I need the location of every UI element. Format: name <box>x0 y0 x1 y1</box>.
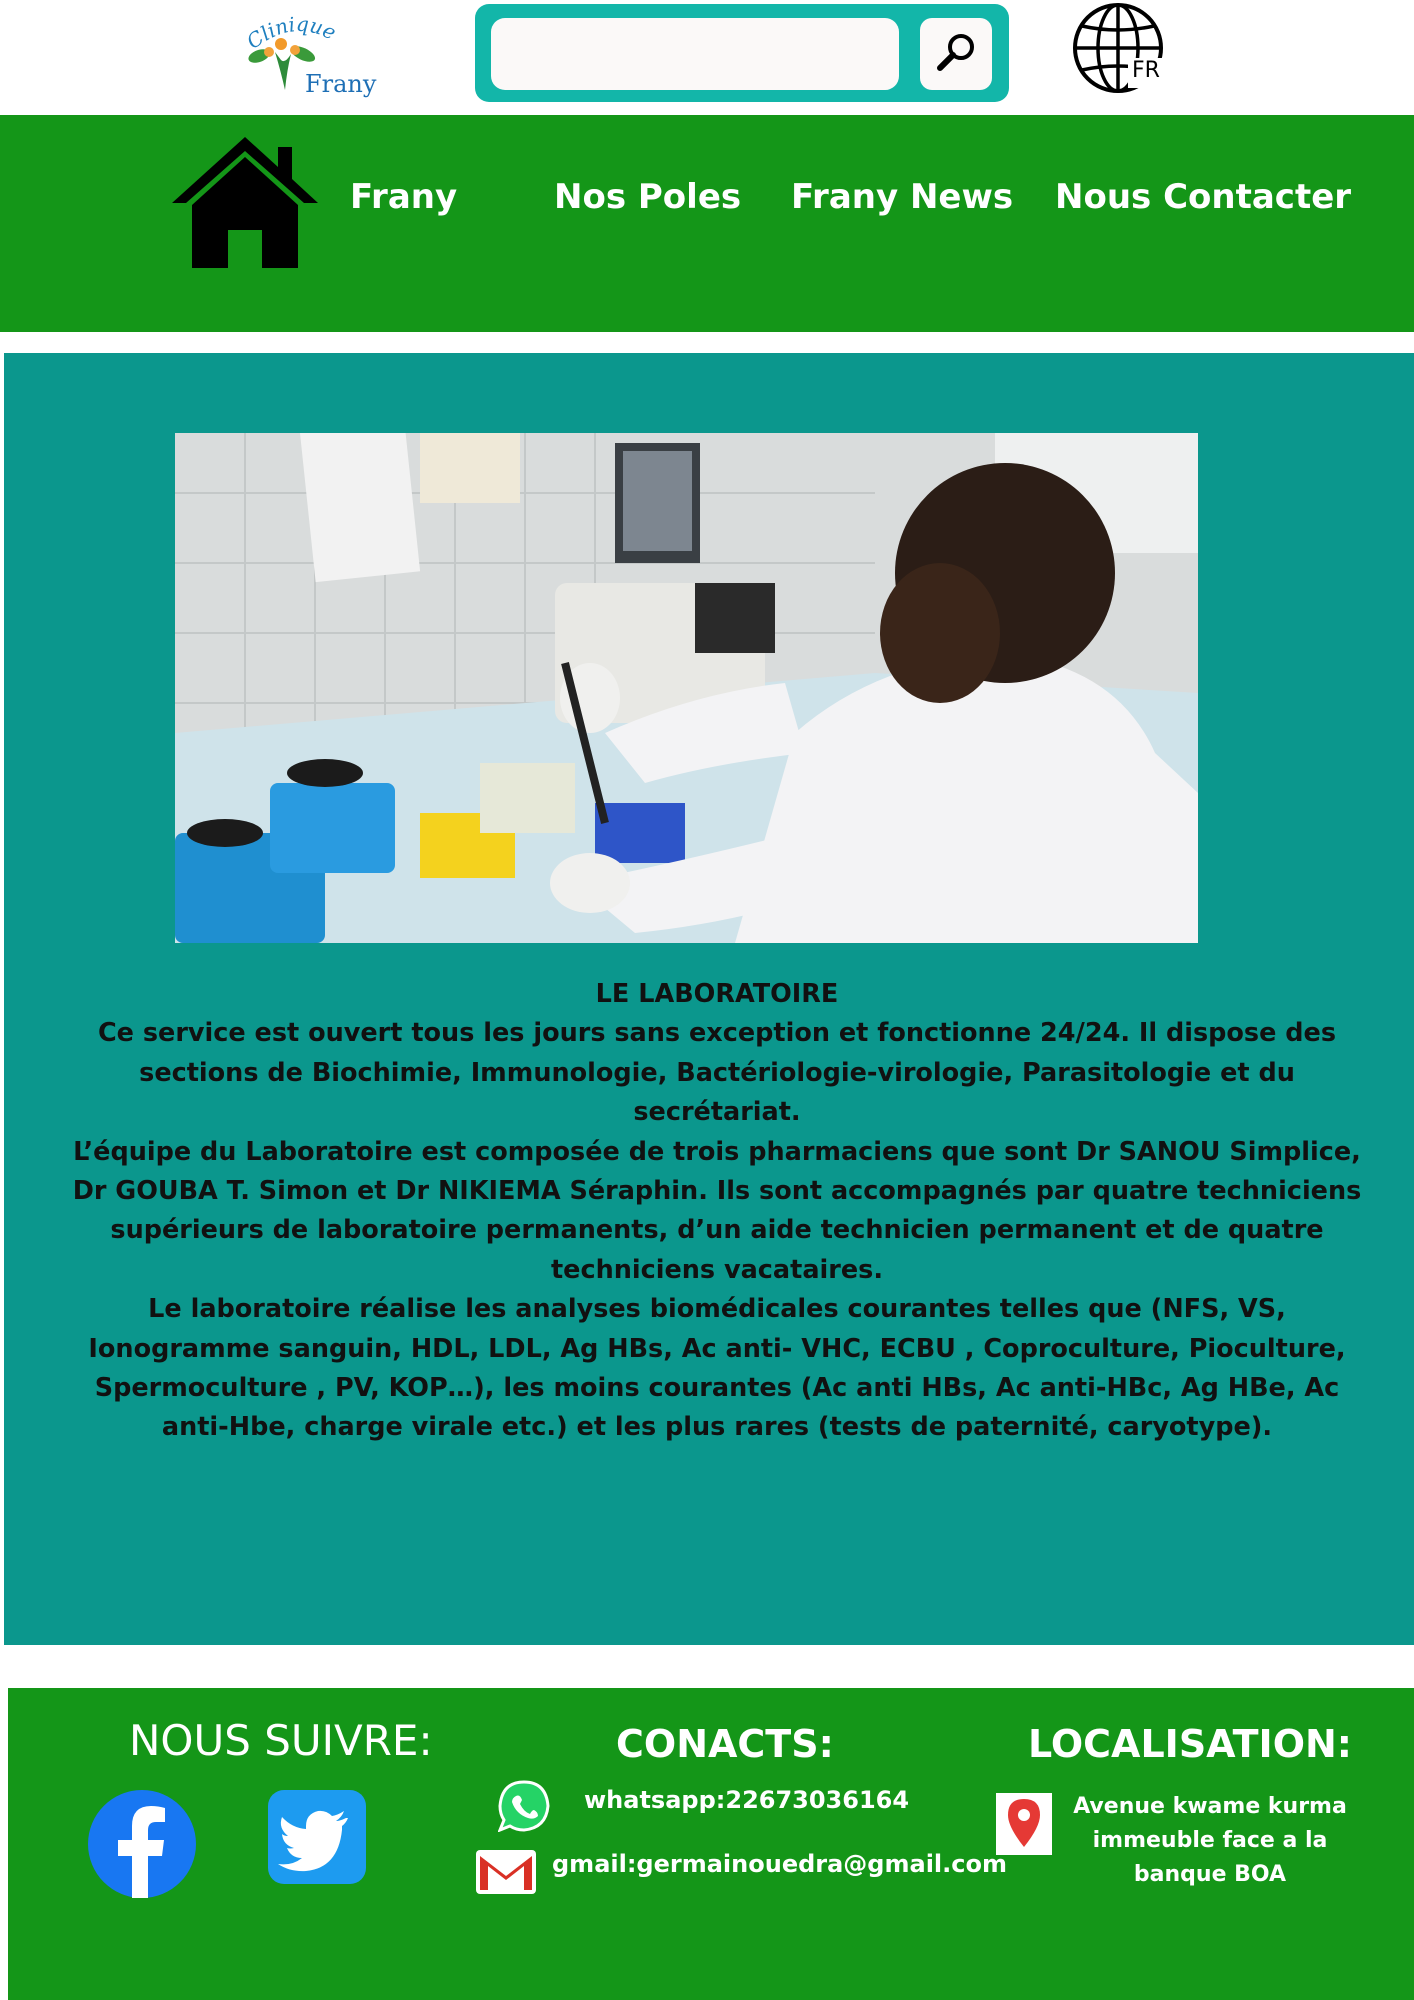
facebook-icon <box>88 1790 196 1902</box>
home-button[interactable] <box>172 135 318 270</box>
address-line: immeuble face a la <box>1092 1828 1328 1853</box>
facebook-link[interactable] <box>88 1790 196 1898</box>
nav-link-nos-poles[interactable]: Nos Poles <box>554 177 741 217</box>
address-line: Avenue kwame kurma <box>1073 1794 1347 1819</box>
location-pin[interactable] <box>996 1793 1052 1855</box>
article-paragraph-analyses: Le laboratoire réalise les analyses biom… <box>88 1294 1346 1443</box>
follow-title: NOUS SUIVRE: <box>129 1716 433 1765</box>
main-navigation: Frany Nos Poles Frany News Nous Contacte… <box>0 115 1414 332</box>
whatsapp-icon <box>497 1780 550 1836</box>
search-input[interactable] <box>491 18 899 90</box>
language-code: FR <box>1132 58 1160 83</box>
search-button[interactable] <box>920 18 992 90</box>
search-bar <box>475 4 1009 102</box>
clinic-logo[interactable]: Clinique Frany <box>242 12 395 100</box>
whatsapp-link[interactable] <box>497 1780 550 1833</box>
nav-link-frany-news[interactable]: Frany News <box>791 177 1013 217</box>
contacts-title: CONACTS: <box>616 1722 834 1766</box>
footer: NOUS SUIVRE: CONACTS: whatsapp:226730361… <box>8 1688 1414 2000</box>
search-icon <box>932 28 980 80</box>
gmail-address[interactable]: gmail:germainouedra@gmail.com <box>552 1850 1007 1878</box>
nav-link-frany[interactable]: Frany <box>350 177 457 217</box>
main-content: LE LABORATOIRE Ce service est ouvert tou… <box>4 353 1414 1645</box>
article-title: LE LABORATOIRE <box>595 979 839 1009</box>
logo-text-frany: Frany <box>305 70 377 98</box>
twitter-icon <box>268 1790 366 1888</box>
address: Avenue kwame kurma immeuble face a la ba… <box>1060 1790 1360 1892</box>
whatsapp-number[interactable]: whatsapp:22673036164 <box>584 1786 909 1814</box>
nav-link-nous-contacter[interactable]: Nous Contacter <box>1055 177 1351 217</box>
article: LE LABORATOIRE Ce service est ouvert tou… <box>64 975 1370 1448</box>
article-paragraph-service: Ce service est ouvert tous les jours san… <box>97 1018 1337 1128</box>
address-line: banque BOA <box>1133 1862 1287 1887</box>
home-icon <box>172 137 318 274</box>
gmail-icon <box>476 1850 536 1898</box>
laboratory-photo <box>175 433 1198 943</box>
language-selector[interactable]: FR <box>1070 0 1170 100</box>
twitter-link[interactable] <box>268 1790 366 1884</box>
location-pin-icon <box>996 1799 1052 1859</box>
article-paragraph-team: L’équipe du Laboratoire est composée de … <box>72 1136 1362 1285</box>
globe-icon <box>1070 3 1170 104</box>
gmail-link[interactable] <box>476 1850 536 1894</box>
location-title: LOCALISATION: <box>1028 1722 1353 1766</box>
